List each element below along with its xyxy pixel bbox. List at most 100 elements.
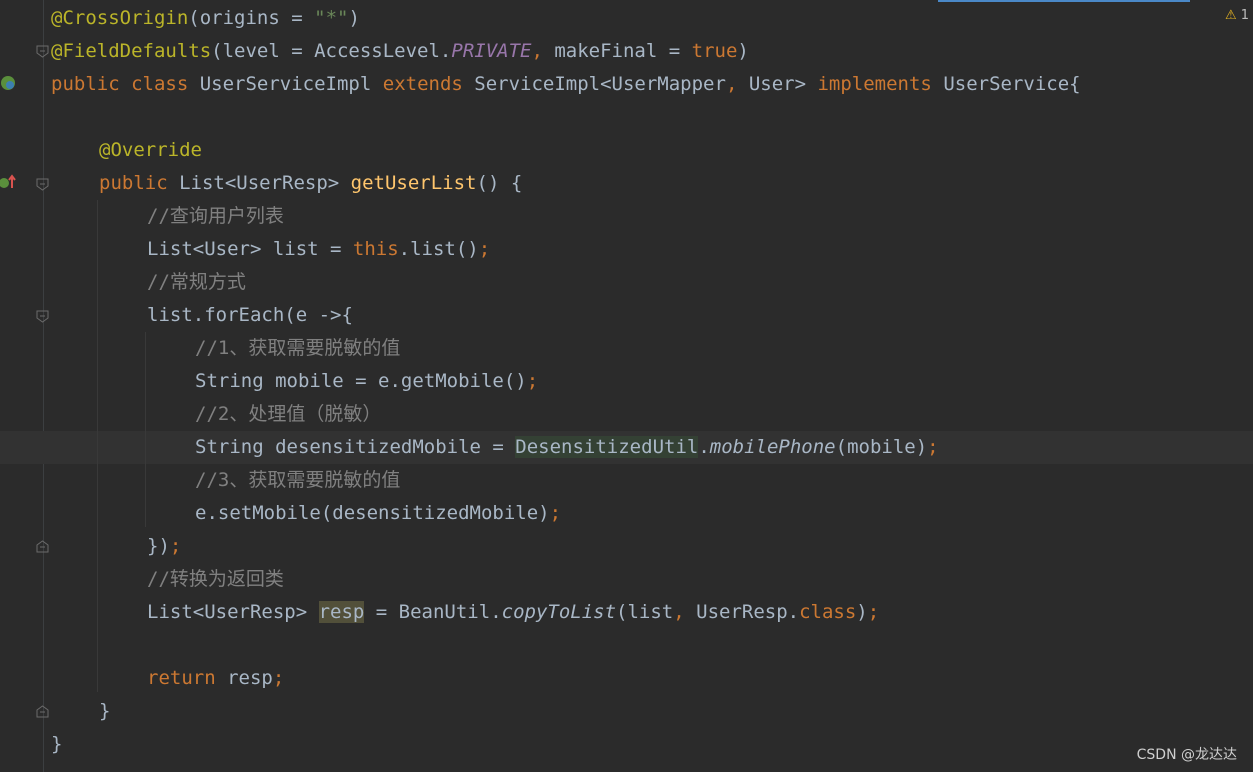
code-line[interactable]: @Override	[0, 134, 1253, 167]
code-token: //1、获取需要脱敏的值	[195, 337, 401, 359]
code-line[interactable]: //3、获取需要脱敏的值	[0, 464, 1253, 497]
code-token: User>	[748, 73, 818, 95]
code-line[interactable]: //2、处理值（脱敏）	[0, 398, 1253, 431]
fold-marker-icon[interactable]	[36, 310, 49, 323]
code-line[interactable]: @FieldDefaults(level = AccessLevel.PRIVA…	[0, 35, 1253, 68]
watermark: CSDN @龙达达	[1136, 747, 1237, 763]
code-token: mobilePhone	[709, 436, 836, 458]
code-token: copyToList	[501, 601, 617, 623]
code-line[interactable]: list.forEach(e ->{	[0, 299, 1253, 332]
code-token: List<UserResp>	[147, 601, 319, 623]
code-line[interactable]: //查询用户列表	[0, 200, 1253, 233]
code-text: public List<UserResp> getUserList() {	[99, 167, 522, 200]
code-line[interactable]: public List<UserResp> getUserList() {	[0, 167, 1253, 200]
code-text: @Override	[99, 134, 202, 167]
code-token: resp	[318, 601, 365, 623]
code-token: ;	[867, 601, 880, 623]
code-line[interactable]: @CrossOrigin(origins = "*")	[0, 2, 1253, 35]
code-token: this	[352, 238, 399, 260]
code-token: ;	[526, 370, 539, 392]
code-token: ,	[531, 40, 555, 62]
code-token: makeFinal =	[554, 40, 692, 62]
code-text: //2、处理值（脱敏）	[195, 398, 381, 431]
fold-marker-icon[interactable]	[36, 178, 49, 191]
code-text: @FieldDefaults(level = AccessLevel.PRIVA…	[51, 35, 749, 68]
code-token: //转换为返回类	[147, 568, 284, 590]
code-token: (level = AccessLevel.	[211, 40, 452, 62]
fold-marker-icon[interactable]	[36, 45, 49, 58]
code-text: }	[99, 695, 110, 728]
code-line[interactable]: List<User> list = this.list();	[0, 233, 1253, 266]
code-token: @FieldDefaults	[51, 40, 212, 62]
code-line[interactable]: }	[0, 728, 1253, 761]
code-line[interactable]: e.setMobile(desensitizedMobile);	[0, 497, 1253, 530]
code-token: UserResp.	[696, 601, 800, 623]
code-token: () {	[476, 172, 523, 194]
code-line[interactable]	[0, 101, 1253, 134]
code-text: e.setMobile(desensitizedMobile);	[195, 497, 561, 530]
code-token: (list	[616, 601, 674, 623]
code-text: //3、获取需要脱敏的值	[195, 464, 400, 497]
code-token: ;	[927, 436, 939, 458]
code-line[interactable]: }	[0, 695, 1253, 728]
code-line[interactable]: String desensitizedMobile = Desensitized…	[0, 431, 1253, 464]
code-token: implements	[817, 73, 944, 95]
code-token: }	[51, 733, 63, 755]
fold-marker-icon[interactable]	[36, 705, 49, 718]
code-token: public class	[51, 73, 200, 95]
code-line[interactable]: //常规方式	[0, 266, 1253, 299]
code-line[interactable]: List<UserResp> resp = BeanUtil.copyToLis…	[0, 596, 1253, 629]
code-text: String mobile = e.getMobile();	[195, 365, 538, 398]
code-token: )	[856, 601, 868, 623]
code-token: ,	[725, 73, 749, 95]
code-token: ;	[478, 238, 491, 260]
code-token: list.forEach(e ->{	[147, 304, 353, 326]
code-text: //转换为返回类	[147, 563, 284, 596]
code-editor[interactable]: @CrossOrigin(origins = "*") @FieldDefault…	[0, 0, 1253, 772]
code-token: getUserList	[350, 172, 477, 194]
code-token: ;	[169, 535, 182, 557]
code-token: })	[147, 535, 170, 557]
code-text: }	[51, 728, 62, 761]
code-line[interactable]	[0, 629, 1253, 662]
code-token: //2、处理值（脱敏）	[195, 403, 382, 425]
code-token: resp	[227, 667, 273, 689]
implementing-method-icon[interactable]	[0, 172, 20, 194]
code-text: //常规方式	[147, 266, 246, 299]
code-text: List<UserResp> resp = BeanUtil.copyToLis…	[147, 596, 879, 629]
code-token: List<User> list =	[147, 238, 353, 260]
code-line[interactable]: //1、获取需要脱敏的值	[0, 332, 1253, 365]
code-token: "*"	[314, 7, 349, 29]
code-token: }	[99, 700, 111, 722]
code-line[interactable]: return resp;	[0, 662, 1253, 695]
code-token: String mobile = e.getMobile()	[195, 370, 527, 392]
code-line[interactable]: });	[0, 530, 1253, 563]
code-token: //查询用户列表	[147, 205, 284, 227]
code-text: list.forEach(e ->{	[147, 299, 353, 332]
code-token: )	[348, 7, 360, 29]
code-text: });	[147, 530, 181, 563]
bean-class-icon[interactable]	[0, 71, 20, 95]
code-token: DesensitizedUtil	[515, 436, 699, 458]
code-token: (origins =	[188, 7, 315, 29]
code-token: ,	[673, 601, 697, 623]
fold-marker-icon[interactable]	[36, 540, 49, 553]
code-token: public	[99, 172, 180, 194]
code-token: extends	[382, 73, 475, 95]
indent-guide	[145, 332, 146, 527]
code-token: e.setMobile(desensitizedMobile)	[195, 502, 550, 524]
code-text: return resp;	[147, 662, 284, 695]
code-token: //3、获取需要脱敏的值	[195, 469, 401, 491]
code-token: = BeanUtil.	[364, 601, 502, 623]
code-token: return	[147, 667, 228, 689]
code-text: List<User> list = this.list();	[147, 233, 490, 266]
code-text: //查询用户列表	[147, 200, 284, 233]
code-token: true	[691, 40, 738, 62]
code-token: ;	[549, 502, 562, 524]
code-token: )	[737, 40, 749, 62]
code-line[interactable]: public class UserServiceImpl extends Ser…	[0, 68, 1253, 101]
code-line[interactable]: //转换为返回类	[0, 563, 1253, 596]
code-token: ;	[272, 667, 285, 689]
code-line[interactable]: String mobile = e.getMobile();	[0, 365, 1253, 398]
code-token: @CrossOrigin	[51, 7, 189, 29]
